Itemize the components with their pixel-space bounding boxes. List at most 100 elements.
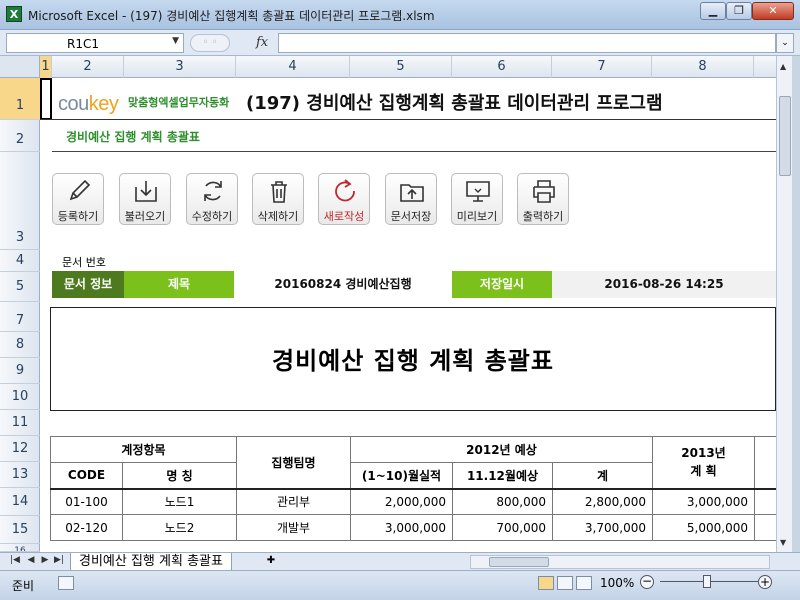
zoom-slider-thumb[interactable]: [703, 575, 711, 588]
row-header[interactable]: 12: [0, 436, 40, 462]
first-sheet-icon[interactable]: |◀: [8, 555, 22, 565]
preview-button[interactable]: 미리보기: [451, 173, 503, 225]
column-header[interactable]: 4: [236, 56, 350, 78]
minimize-button[interactable]: ▁: [700, 2, 726, 20]
sheet-tab[interactable]: 경비예산 집행 계획 총괄표: [70, 553, 232, 571]
row-header[interactable]: 1: [0, 78, 40, 120]
page-layout-view-icon[interactable]: [557, 576, 573, 590]
active-cell-selection[interactable]: [40, 78, 52, 120]
cell-sum[interactable]: 2,800,000: [552, 488, 653, 515]
row-header[interactable]: 11: [0, 410, 40, 436]
table-row[interactable]: 02-120 노드2 개발부 3,000,000 700,000 3,700,0…: [50, 514, 777, 541]
delete-button[interactable]: 삭제하기: [252, 173, 304, 225]
header-name: 명 칭: [122, 462, 237, 490]
zoom-in-button[interactable]: +: [758, 575, 772, 589]
row-header[interactable]: 3: [0, 152, 40, 250]
row-header[interactable]: 15: [0, 516, 40, 544]
normal-view-icon[interactable]: [538, 576, 554, 590]
row-header[interactable]: 13: [0, 462, 40, 488]
row-header[interactable]: 2: [0, 120, 40, 152]
report-title-box: 경비예산 집행 계획 총괄표: [50, 307, 776, 411]
print-button[interactable]: 출력하기: [517, 173, 569, 225]
close-button[interactable]: ✕: [752, 2, 794, 20]
cell-actual[interactable]: 2,000,000: [350, 488, 453, 515]
row-header[interactable]: 4: [0, 250, 40, 272]
budget-table: 계정항목 집행팀명 2012년 예상 2013년 계 획 CODE 명 칭 (1…: [50, 436, 777, 541]
cell-overflow[interactable]: [754, 488, 777, 515]
header-2013-plan: 2013년 계 획: [652, 436, 755, 490]
cell-plan[interactable]: 5,000,000: [652, 514, 755, 541]
status-ready: 준비: [12, 579, 35, 593]
cell-forecast[interactable]: 700,000: [452, 514, 553, 541]
excel-app-icon[interactable]: X: [6, 6, 22, 22]
row-header[interactable]: 10: [0, 384, 40, 410]
formula-cancel-enter-icon: ◦ ◦: [190, 34, 230, 52]
row-header[interactable]: 14: [0, 488, 40, 516]
worksheet-grid[interactable]: 1 2 3 4 5 6 7 8 1 2 3 4 5 7 8 9 10 11 12…: [0, 56, 790, 552]
cell-name[interactable]: 노드1: [122, 488, 237, 515]
chevron-down-icon[interactable]: ▼: [172, 36, 179, 46]
macro-record-icon[interactable]: [58, 576, 74, 590]
folder-upload-icon: [400, 184, 424, 202]
prev-sheet-icon[interactable]: ◀: [24, 555, 38, 565]
row-header[interactable]: 8: [0, 332, 40, 358]
column-header[interactable]: 7: [552, 56, 652, 78]
cell-forecast[interactable]: 800,000: [452, 488, 553, 515]
select-all-corner[interactable]: [0, 56, 40, 78]
zoom-level[interactable]: 100%: [600, 576, 634, 590]
edit-button[interactable]: 수정하기: [186, 173, 238, 225]
cell-overflow[interactable]: [754, 514, 777, 541]
load-label: 불러오기: [124, 210, 166, 223]
last-sheet-icon[interactable]: ▶|: [52, 555, 66, 565]
new-document-button[interactable]: 새로작성: [318, 173, 370, 225]
scroll-up-icon[interactable]: ▲: [780, 62, 786, 71]
register-label: 등록하기: [57, 210, 99, 223]
title-bar: X Microsoft Excel - (197) 경비예산 집행계획 총괄표 …: [0, 0, 800, 30]
maximize-button[interactable]: ❐: [726, 2, 752, 20]
register-button[interactable]: 등록하기: [52, 173, 104, 225]
vertical-scroll-thumb[interactable]: [779, 96, 791, 176]
horizontal-scrollbar[interactable]: [470, 555, 770, 569]
row-header[interactable]: 7: [0, 306, 40, 332]
print-label: 출력하기: [522, 210, 564, 223]
zoom-out-button[interactable]: −: [640, 575, 654, 589]
expand-formula-bar-button[interactable]: ⌄: [776, 33, 794, 53]
name-box[interactable]: R1C1 ▼: [6, 33, 184, 53]
cell-actual[interactable]: 3,000,000: [350, 514, 453, 541]
formula-input[interactable]: [278, 33, 776, 53]
logo-wordmark: coukey: [58, 93, 119, 115]
column-header[interactable]: 2: [52, 56, 124, 78]
column-header[interactable]: 6: [452, 56, 552, 78]
header-2012-forecast: 2012년 예상: [350, 436, 653, 463]
status-bar: 준비 100% − +: [0, 570, 800, 600]
section-subtitle: 경비예산 집행 계획 총괄표: [66, 130, 200, 144]
next-sheet-icon[interactable]: ▶: [38, 555, 52, 565]
cell-team[interactable]: 관리부: [236, 488, 351, 515]
row-header[interactable]: 9: [0, 358, 40, 384]
row-header[interactable]: 5: [0, 272, 40, 302]
table-row[interactable]: 01-100 노드1 관리부 2,000,000 800,000 2,800,0…: [50, 488, 777, 515]
header-overflow-cell: [754, 436, 777, 490]
vertical-scrollbar[interactable]: ▲ ▼: [776, 56, 792, 552]
scroll-down-icon[interactable]: ▼: [780, 538, 786, 547]
cell-team[interactable]: 개발부: [236, 514, 351, 541]
row-header[interactable]: 16: [0, 544, 40, 552]
cell-code[interactable]: 02-120: [50, 514, 123, 541]
title-value-cell[interactable]: 20160824 경비예산집행: [234, 271, 452, 298]
insert-sheet-icon[interactable]: ✚: [262, 555, 280, 569]
page-break-view-icon[interactable]: [576, 576, 592, 590]
column-header[interactable]: 5: [350, 56, 452, 78]
cell-code[interactable]: 01-100: [50, 488, 123, 515]
save-document-button[interactable]: 문서저장: [385, 173, 437, 225]
load-button[interactable]: 불러오기: [119, 173, 171, 225]
row-headers: 1 2 3 4 5 7 8 9 10 11 12 13 14 15 16: [0, 78, 40, 552]
insert-function-icon[interactable]: fx: [256, 35, 268, 50]
column-header[interactable]: 1: [40, 56, 52, 78]
column-header[interactable]: 8: [652, 56, 754, 78]
cell-plan[interactable]: 3,000,000: [652, 488, 755, 515]
cell-name[interactable]: 노드2: [122, 514, 237, 541]
cell-sum[interactable]: 3,700,000: [552, 514, 653, 541]
column-header[interactable]: 3: [124, 56, 236, 78]
new-document-label: 새로작성: [323, 210, 365, 223]
horizontal-scroll-thumb[interactable]: [489, 557, 549, 567]
